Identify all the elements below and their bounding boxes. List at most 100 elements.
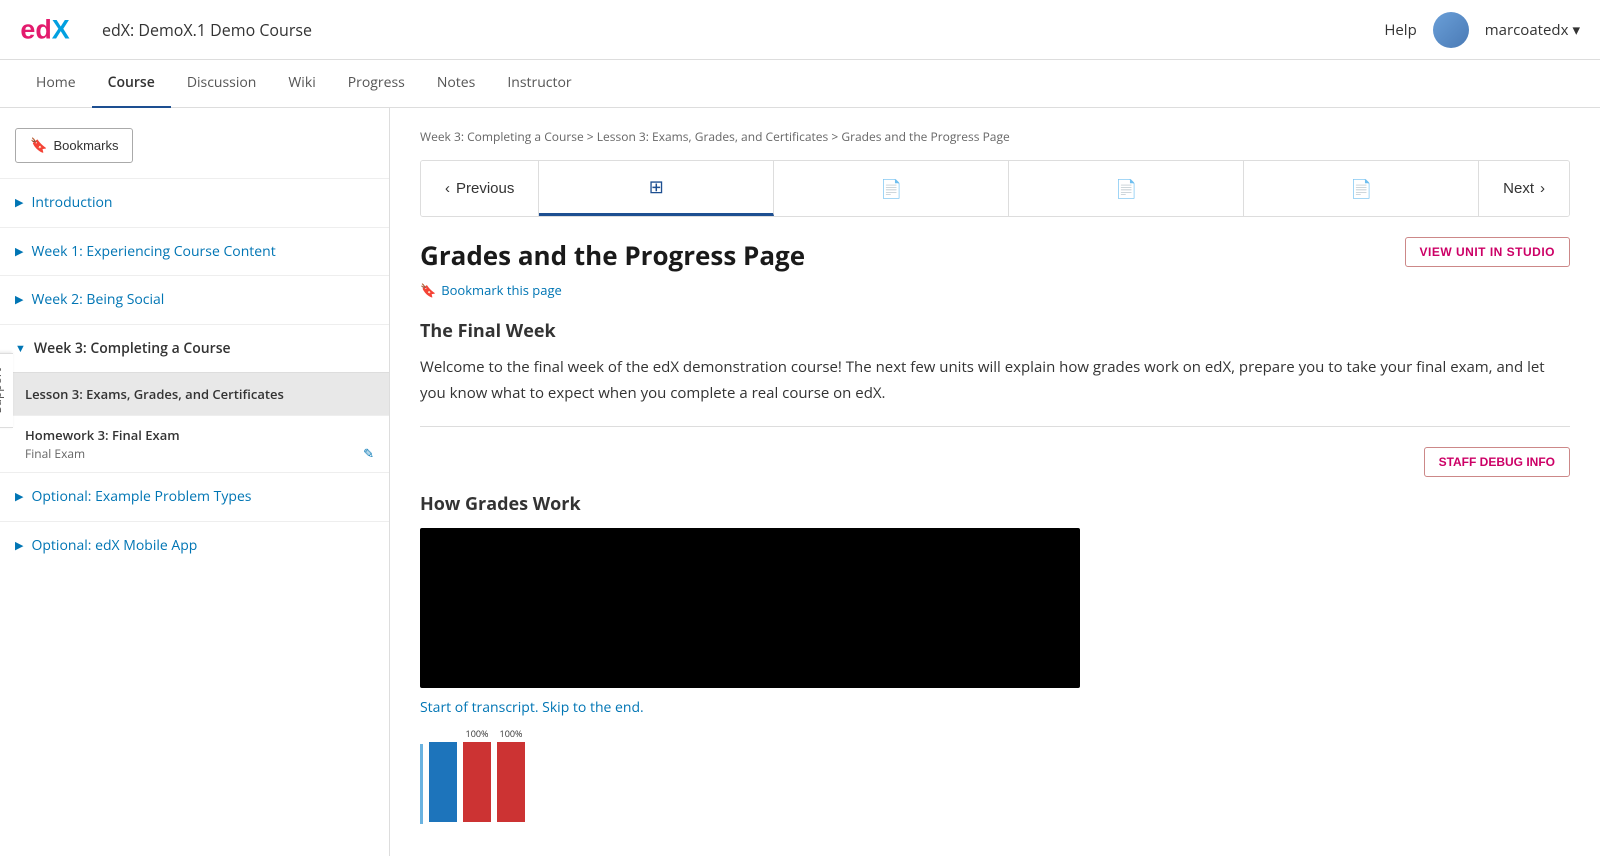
sidebar-week3-header[interactable]: ▼ Week 3: Completing a Course xyxy=(0,325,389,373)
edx-logo: edX xyxy=(20,14,72,46)
bookmark-link[interactable]: 🔖 Bookmark this page xyxy=(420,281,1570,299)
chart-line xyxy=(420,744,423,824)
sidebar-section-week1: ▶ Week 1: Experiencing Course Content xyxy=(0,227,389,276)
sidebar-section-week3: ▼ Week 3: Completing a Course Lesson 3: … xyxy=(0,324,389,473)
lesson-title: Lesson 3: Exams, Grades, and Certificate… xyxy=(25,385,284,403)
bar-fill-2 xyxy=(463,742,491,822)
sidebar: 🔖 Bookmarks ▶ Introduction ▶ Week 1: Exp… xyxy=(0,108,390,856)
page-title: Grades and the Progress Page xyxy=(420,237,805,273)
support-tab[interactable]: Support xyxy=(0,353,13,428)
breadcrumb: Week 3: Completing a Course > Lesson 3: … xyxy=(420,128,1570,145)
bar-2: 100% xyxy=(463,727,491,824)
section1-text: Welcome to the final week of the edX dem… xyxy=(420,355,1570,406)
view-studio-button[interactable]: VIEW UNIT IN STUDIO xyxy=(1405,237,1571,267)
unit-tab-4[interactable]: 📄 xyxy=(1244,161,1478,216)
sidebar-section-opt2: ▶ Optional: edX Mobile App xyxy=(0,521,389,570)
previous-button[interactable]: ‹ Previous xyxy=(421,161,539,216)
edit-icon[interactable]: ✎ xyxy=(363,444,374,462)
unit-tab-3[interactable]: 📄 xyxy=(1009,161,1244,216)
sidebar-intro-header[interactable]: ▶ Introduction xyxy=(0,179,389,227)
content-area: Week 3: Completing a Course > Lesson 3: … xyxy=(390,108,1600,856)
bookmarks-button[interactable]: 🔖 Bookmarks xyxy=(15,128,133,163)
nav-progress[interactable]: Progress xyxy=(332,59,421,109)
unit-navigation: ‹ Previous ⊞ 📄 📄 📄 Next › xyxy=(420,160,1570,217)
unit-tab-1[interactable]: ⊞ xyxy=(539,161,774,216)
homework-title: Homework 3: Final Exam xyxy=(25,426,374,444)
page-heading: Grades and the Progress Page VIEW UNIT I… xyxy=(420,237,1570,273)
bookmark-icon: 🔖 xyxy=(30,137,47,154)
bookmarks-label: Bookmarks xyxy=(53,138,118,153)
film-icon: ⊞ xyxy=(649,175,664,199)
bar-top-label-2: 100% xyxy=(466,727,489,740)
unit-tab-2[interactable]: 📄 xyxy=(774,161,1009,216)
username: marcoatedx xyxy=(1485,20,1569,40)
sidebar-week3-title: Week 3: Completing a Course xyxy=(34,339,231,359)
divider xyxy=(420,426,1570,427)
nav-discussion[interactable]: Discussion xyxy=(171,59,273,109)
sidebar-opt1-title: Optional: Example Problem Types xyxy=(31,487,251,507)
video-player[interactable] xyxy=(420,528,1080,688)
sidebar-opt2-title: Optional: edX Mobile App xyxy=(31,536,197,556)
next-label: Next xyxy=(1503,180,1534,197)
sidebar-week1-header[interactable]: ▶ Week 1: Experiencing Course Content xyxy=(0,228,389,276)
avatar-image xyxy=(1433,12,1469,48)
arrow-icon: ▶ xyxy=(15,195,23,210)
sidebar-opt1-header[interactable]: ▶ Optional: Example Problem Types xyxy=(0,473,389,521)
username-dropdown[interactable]: marcoatedx ▾ xyxy=(1485,20,1580,40)
section1-title: The Final Week xyxy=(420,319,1570,343)
sidebar-section-opt1: ▶ Optional: Example Problem Types xyxy=(0,472,389,521)
bar-1 xyxy=(429,742,457,824)
lesson-item[interactable]: Lesson 3: Exams, Grades, and Certificate… xyxy=(0,372,389,415)
homework-item: Homework 3: Final Exam Final Exam ✎ xyxy=(0,415,389,472)
arrow-icon: ▶ xyxy=(15,292,23,307)
sidebar-section-intro: ▶ Introduction xyxy=(0,178,389,227)
nav-instructor[interactable]: Instructor xyxy=(491,59,587,109)
bar-3: 100% xyxy=(497,727,525,824)
nav-course[interactable]: Course xyxy=(92,59,171,109)
homework-subtitle-text: Final Exam xyxy=(25,445,85,462)
help-link[interactable]: Help xyxy=(1384,20,1416,40)
arrow-icon: ▶ xyxy=(15,538,23,553)
staff-debug-area: STAFF DEBUG INFO xyxy=(420,447,1570,477)
document-icon-3: 📄 xyxy=(1350,177,1372,201)
svg-text:edX: edX xyxy=(20,14,69,44)
dropdown-arrow: ▾ xyxy=(1572,20,1580,40)
sidebar-week2-title: Week 2: Being Social xyxy=(31,290,164,310)
prev-arrow-icon: ‹ xyxy=(445,180,450,197)
staff-debug-button[interactable]: STAFF DEBUG INFO xyxy=(1424,447,1570,477)
sidebar-section-week2: ▶ Week 2: Being Social xyxy=(0,275,389,324)
arrow-icon: ▶ xyxy=(15,489,23,504)
transcript-area: Start of transcript. Skip to the end. xyxy=(420,698,1570,717)
nav-wiki[interactable]: Wiki xyxy=(272,59,331,109)
main-layout: 🔖 Bookmarks ▶ Introduction ▶ Week 1: Exp… xyxy=(0,108,1600,856)
section2-title: How Grades Work xyxy=(420,492,1570,516)
top-bar-right: Help marcoatedx ▾ xyxy=(1384,12,1580,48)
nav-home[interactable]: Home xyxy=(20,59,92,109)
homework-subtitle: Final Exam ✎ xyxy=(25,444,374,462)
prev-label: Previous xyxy=(456,180,514,197)
nav-notes[interactable]: Notes xyxy=(421,59,492,109)
secondary-nav: Home Course Discussion Wiki Progress Not… xyxy=(0,60,1600,108)
logo: edX xyxy=(20,14,82,46)
sidebar-opt2-header[interactable]: ▶ Optional: edX Mobile App xyxy=(0,522,389,570)
avatar xyxy=(1433,12,1469,48)
top-bar: edX edX: DemoX.1 Demo Course Help marcoa… xyxy=(0,0,1600,60)
bar-fill-3 xyxy=(497,742,525,822)
arrow-icon: ▶ xyxy=(15,244,23,259)
transcript-link[interactable]: Start of transcript. Skip to the end. xyxy=(420,698,644,717)
course-title: edX: DemoX.1 Demo Course xyxy=(102,19,312,41)
sidebar-intro-title: Introduction xyxy=(31,193,112,213)
next-arrow-icon: › xyxy=(1540,180,1545,197)
arrow-down-icon: ▼ xyxy=(15,341,26,356)
sidebar-week2-header[interactable]: ▶ Week 2: Being Social xyxy=(0,276,389,324)
bar-fill-1 xyxy=(429,742,457,822)
bookmark-link-icon: 🔖 xyxy=(420,281,436,299)
next-button[interactable]: Next › xyxy=(1478,161,1569,216)
document-icon: 📄 xyxy=(880,177,902,201)
bookmark-link-label: Bookmark this page xyxy=(441,281,562,299)
bar-top-label-3: 100% xyxy=(500,727,523,740)
sidebar-week1-title: Week 1: Experiencing Course Content xyxy=(31,242,275,262)
bar-chart: 100% 100% xyxy=(429,727,525,824)
chart-wrapper: 100% 100% xyxy=(420,727,1570,824)
document-icon-2: 📄 xyxy=(1115,177,1137,201)
